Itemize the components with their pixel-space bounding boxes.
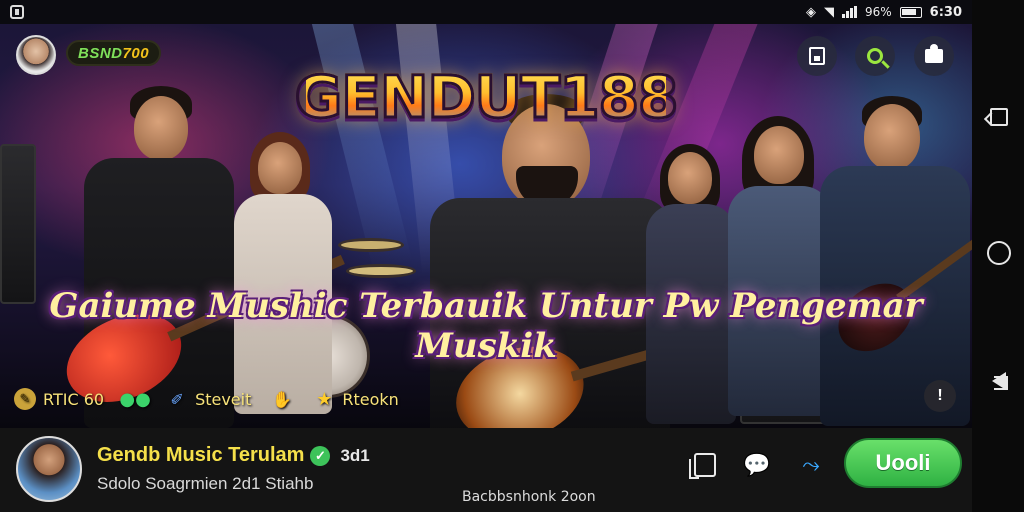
group-icon: ●● bbox=[119, 388, 151, 410]
plugin-button[interactable] bbox=[914, 36, 954, 76]
copy-icon bbox=[689, 453, 716, 479]
copy-button[interactable] bbox=[689, 450, 720, 480]
stat-group[interactable]: ●● bbox=[119, 388, 151, 410]
wifi-icon: ◥ bbox=[823, 4, 834, 20]
stat-label: RTIC 60 bbox=[43, 389, 105, 409]
recent-apps-icon bbox=[990, 108, 1008, 126]
home-icon bbox=[987, 241, 1011, 265]
verified-check-icon: ✓ bbox=[310, 445, 331, 466]
stat-label: Steveit bbox=[195, 389, 252, 409]
save-icon bbox=[809, 47, 825, 65]
signal-icon bbox=[841, 6, 857, 18]
puzzle-icon bbox=[925, 44, 943, 63]
channel-avatar[interactable] bbox=[16, 436, 82, 502]
vibrate-icon: ◈ bbox=[805, 4, 816, 20]
back-button[interactable] bbox=[986, 368, 1012, 394]
center-caption: Bacbbsnhonk 2oon bbox=[462, 489, 596, 505]
channel-bar: Gendb Music Terulam ✓ 3d1 Sdolo Soagrmie… bbox=[0, 428, 972, 512]
stat-coins[interactable]: ✎ RTIC 60 bbox=[14, 388, 104, 410]
profile-avatar[interactable] bbox=[16, 35, 56, 75]
stats-row: ✎ RTIC 60 ●● ✐ Steveit ✋ ★ Rteokn bbox=[14, 388, 399, 410]
hero-headline: Gaiume Mushic Terbauik Untur Pw Pengemar… bbox=[49, 286, 923, 366]
info-icon: ! bbox=[937, 387, 943, 404]
guitarist-female-center bbox=[646, 144, 736, 424]
coin-balance-badge[interactable]: BSND 700 bbox=[66, 40, 162, 66]
stat-rating[interactable]: ★ Rteokn bbox=[313, 388, 399, 410]
status-right: ◈ ◥ 96% 6:30 bbox=[806, 5, 962, 20]
coin-icon: ✎ bbox=[14, 388, 36, 410]
stat-label: Rteokn bbox=[342, 389, 399, 409]
home-button[interactable] bbox=[986, 240, 1012, 266]
coin-balance-prefix: BSND bbox=[78, 44, 123, 62]
hero-banner: BSND 700 GENDUT188 Gaiume Mushic Terbaui… bbox=[0, 24, 972, 428]
stat-editor[interactable]: ✐ Steveit bbox=[166, 388, 251, 410]
share-button[interactable]: ⤳ bbox=[796, 450, 826, 480]
share-icon: ⤳ bbox=[802, 452, 820, 477]
clock: 6:30 bbox=[929, 4, 962, 20]
back-icon bbox=[992, 372, 1008, 390]
status-left bbox=[10, 5, 24, 19]
info-button[interactable]: ! bbox=[924, 380, 956, 412]
channel-title[interactable]: Gendb Music Terulam ✓ 3d1 bbox=[97, 444, 370, 467]
pen-icon: ✐ bbox=[170, 389, 184, 409]
channel-name: Gendb Music Terulam bbox=[97, 444, 305, 466]
coin-balance-value: 700 bbox=[122, 44, 150, 62]
speech-icon: 💬 bbox=[743, 452, 771, 477]
comment-button[interactable]: 💬 bbox=[742, 450, 772, 480]
status-bar: ◈ ◥ 96% 6:30 bbox=[0, 0, 972, 24]
search-icon bbox=[867, 48, 883, 64]
battery-percent: 96% bbox=[864, 5, 892, 19]
save-button[interactable] bbox=[797, 36, 837, 76]
search-button[interactable] bbox=[855, 36, 895, 76]
system-navigation-bar bbox=[972, 0, 1024, 512]
star-icon: ★ bbox=[316, 388, 333, 410]
cymbal bbox=[338, 238, 404, 252]
battery-icon bbox=[899, 6, 922, 18]
recent-apps-button[interactable] bbox=[986, 104, 1012, 130]
guitarist-female-left bbox=[228, 132, 338, 414]
channel-subtitle: Sdolo Soagrmien 2d1 Stiahb bbox=[97, 474, 314, 493]
stat-hand[interactable]: ✋ bbox=[271, 388, 293, 410]
app-logo: GENDUT188 bbox=[293, 54, 680, 140]
cymbal bbox=[346, 264, 416, 278]
hand-icon: ✋ bbox=[272, 389, 293, 409]
channel-count: 3d1 bbox=[340, 445, 370, 465]
like-button[interactable]: Uooli bbox=[844, 438, 962, 488]
app-notification-icon bbox=[10, 5, 24, 19]
